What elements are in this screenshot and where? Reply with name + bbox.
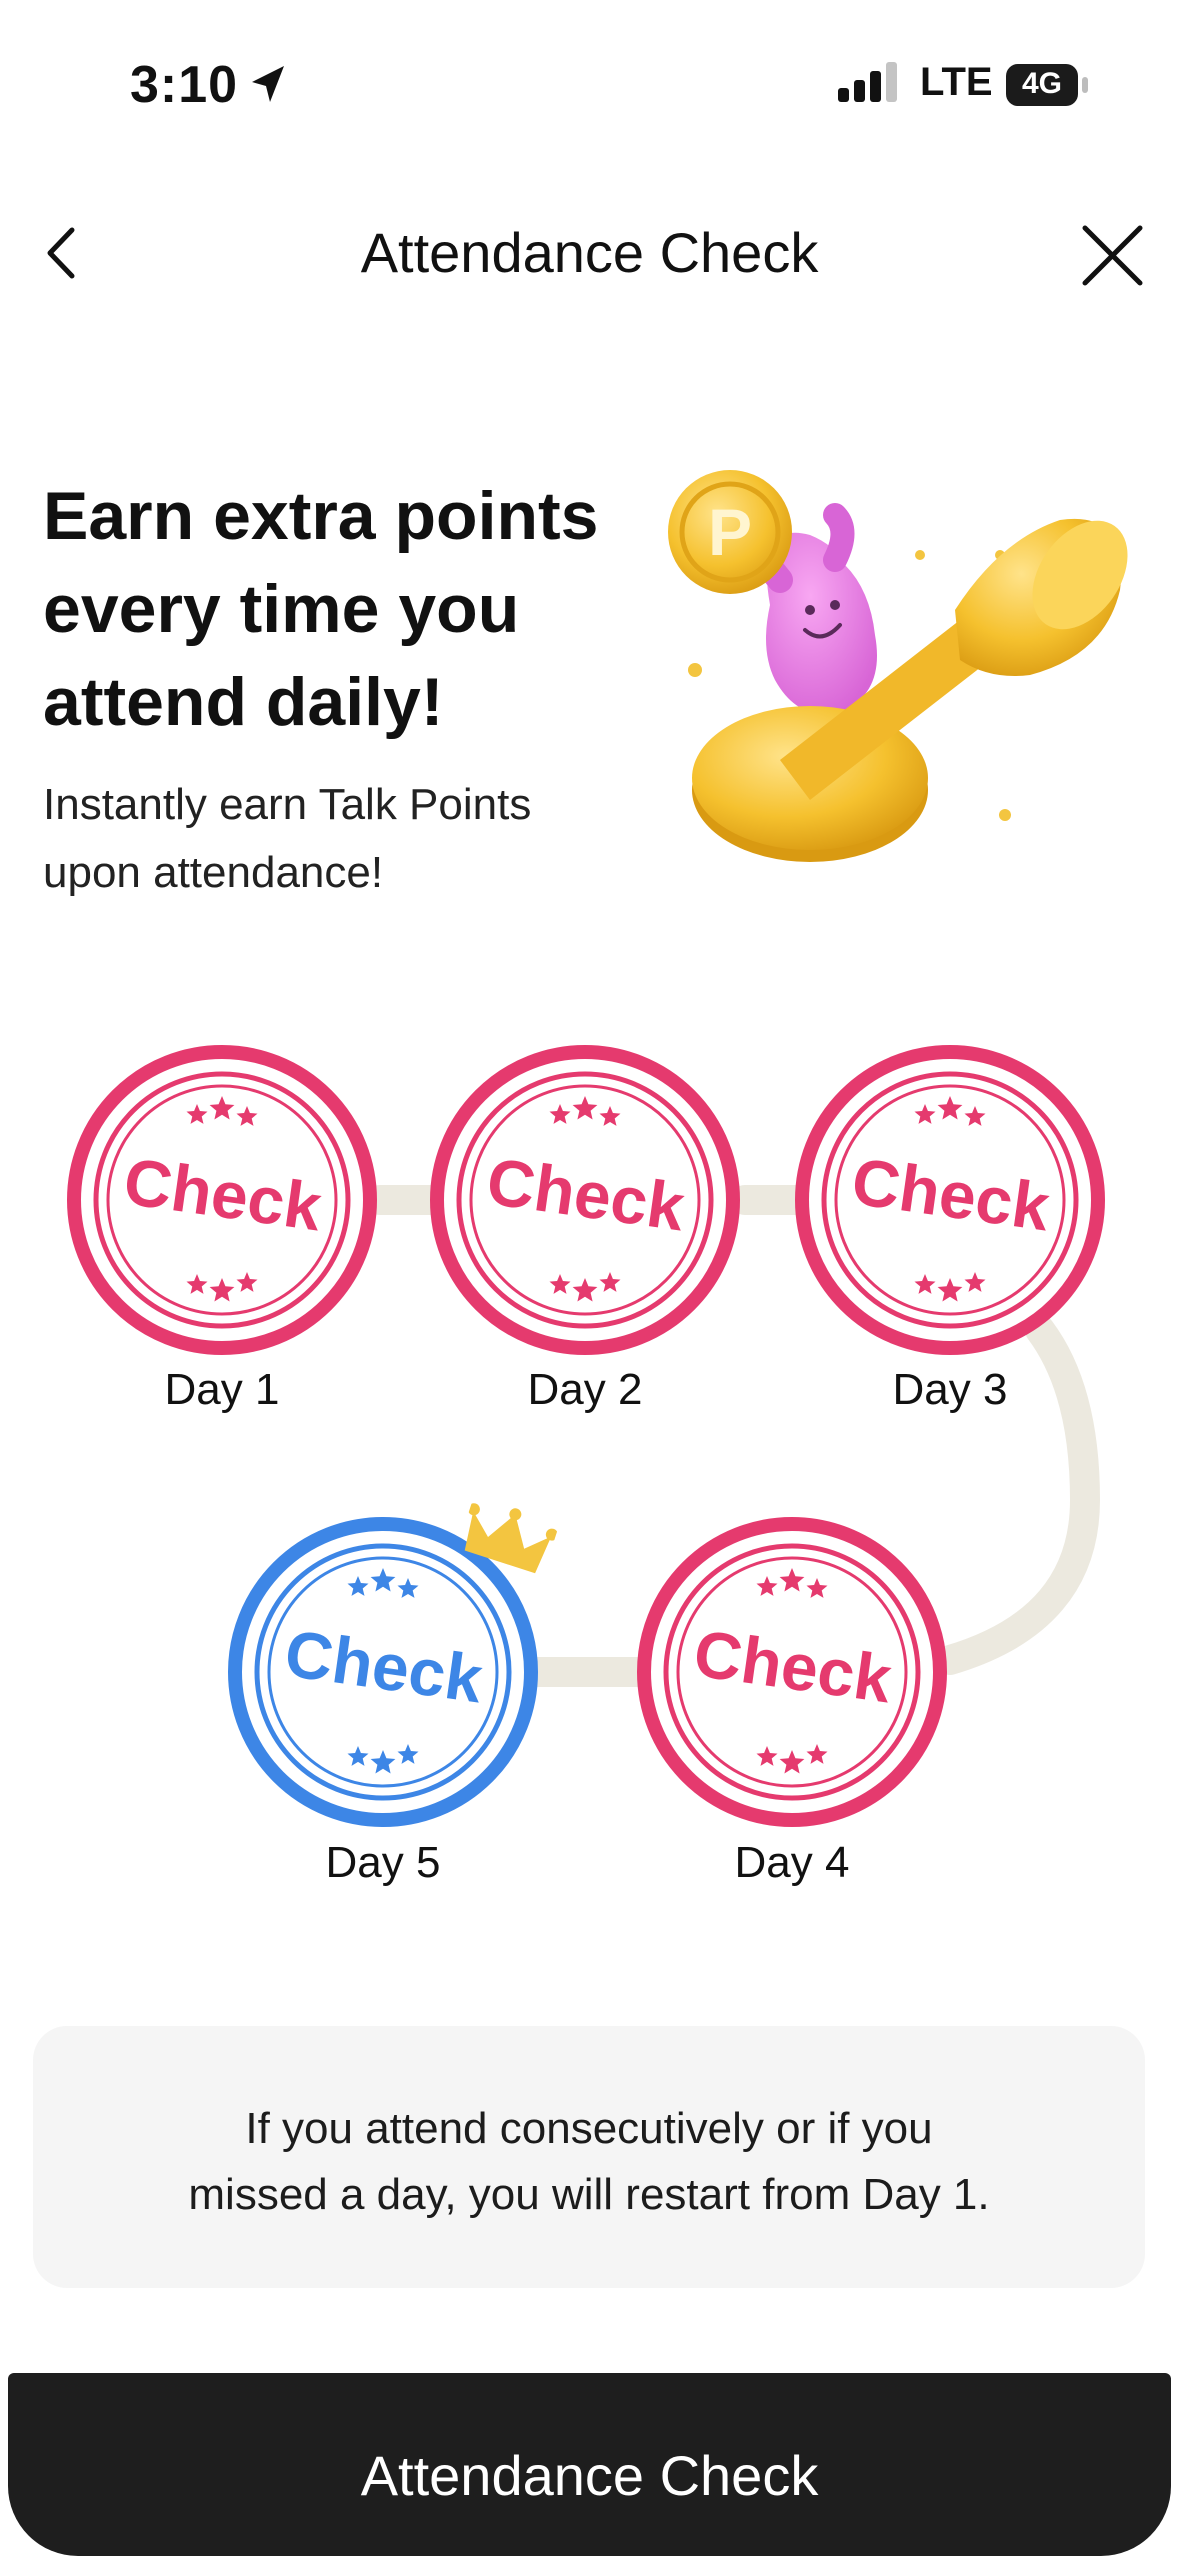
attendance-check-button[interactable]: Attendance Check: [8, 2373, 1171, 2556]
headline-line: every time you: [43, 571, 520, 647]
day-label: Day 3: [892, 1365, 1008, 1414]
headline-line: attend daily!: [43, 664, 444, 740]
day-label: Day 5: [325, 1838, 441, 1887]
status-time: 3:10: [130, 56, 239, 114]
close-icon[interactable]: [1075, 218, 1150, 293]
info-notice: If you attend consecutively or if you mi…: [33, 2026, 1145, 2288]
signal-bars-icon: [838, 62, 897, 102]
attendance-check-button-label: Attendance Check: [360, 2444, 819, 2507]
subheadline-line: Instantly earn Talk Points: [43, 780, 532, 829]
stamp-day-2: Check: [430, 1045, 740, 1355]
page-title: Attendance Check: [360, 221, 819, 284]
network-type: LTE: [920, 60, 993, 104]
nav-bar: Attendance Check: [0, 200, 1179, 310]
battery-icon: 4G: [1006, 64, 1088, 106]
notice-line: If you attend consecutively or if you: [245, 2104, 933, 2153]
subheadline-line: upon attendance!: [43, 848, 384, 897]
stamp-day-1: Check: [67, 1045, 377, 1355]
headline: Earn extra points every time you attend …: [43, 470, 663, 749]
hero-text: Earn extra points every time you attend …: [43, 470, 663, 907]
notice-text: If you attend consecutively or if you mi…: [93, 2096, 1085, 2228]
stamp-day-3: Check: [795, 1045, 1105, 1355]
location-arrow-icon: [252, 66, 284, 102]
day-label: Day 4: [734, 1838, 850, 1887]
stamp-day-4: Check: [637, 1517, 947, 1827]
coin-letter: P: [708, 495, 752, 569]
notice-line: missed a day, you will restart from Day …: [188, 2170, 990, 2219]
stamp-character-illustration: P: [668, 470, 1128, 862]
subheadline: Instantly earn Talk Points upon attendan…: [43, 771, 663, 907]
day-label: Day 2: [527, 1365, 643, 1414]
status-bar: 3:10 LTE 4G: [0, 0, 1179, 170]
battery-label: 4G: [1021, 67, 1063, 100]
day-label: Day 1: [164, 1365, 280, 1414]
headline-line: Earn extra points: [43, 478, 599, 554]
